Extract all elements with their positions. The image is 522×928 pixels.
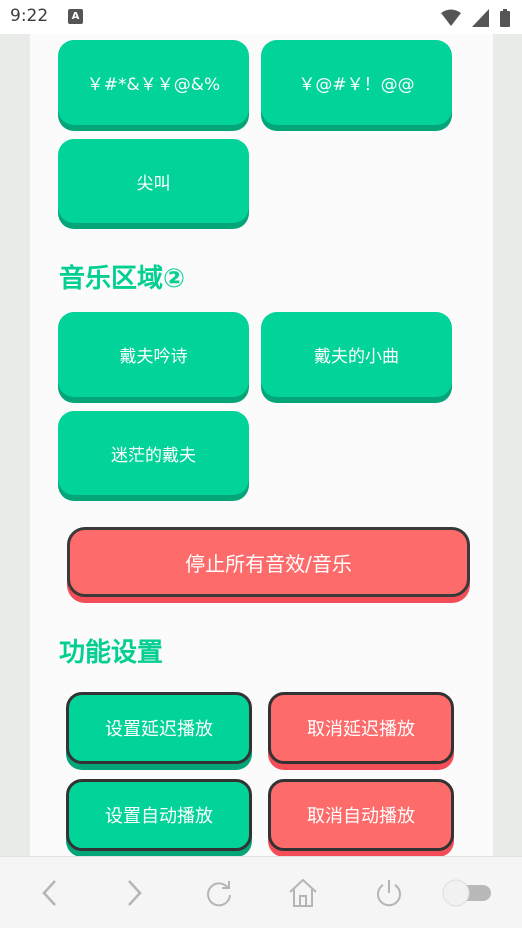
stop-all-button[interactable]: 停止所有音效/音乐 xyxy=(67,527,470,597)
status-time: 9:22 xyxy=(10,6,49,26)
set-auto-play-button[interactable]: 设置自动播放 xyxy=(66,779,252,851)
sound-button-1[interactable]: ￥#*&￥￥@&% xyxy=(58,40,249,125)
section-title-settings: 功能设置 xyxy=(59,638,164,668)
section-title-music-2: 音乐区域② xyxy=(59,264,186,294)
left-margin xyxy=(0,34,30,856)
cancel-auto-play-button[interactable]: 取消自动播放 xyxy=(268,779,454,851)
status-icons xyxy=(435,7,510,27)
status-bar: 9:22 A xyxy=(0,0,522,34)
cancel-delay-play-button[interactable]: 取消延迟播放 xyxy=(268,692,454,764)
refresh-icon[interactable] xyxy=(203,877,235,909)
toggle-switch[interactable] xyxy=(441,879,493,907)
forward-icon[interactable] xyxy=(122,877,146,909)
right-margin xyxy=(493,34,522,856)
back-icon[interactable] xyxy=(38,877,62,909)
set-delay-play-button[interactable]: 设置延迟播放 xyxy=(66,692,252,764)
home-icon[interactable] xyxy=(287,877,319,909)
music-button-dave-poem[interactable]: 戴夫吟诗 xyxy=(58,312,249,397)
sound-button-scream[interactable]: 尖叫 xyxy=(58,139,249,223)
battery-icon xyxy=(500,8,510,27)
signal-icon xyxy=(471,8,489,27)
a-icon: A xyxy=(68,9,83,24)
sound-button-2[interactable]: ￥@#￥！@@ xyxy=(261,40,452,125)
page-content[interactable]: ￥#*&￥￥@&% ￥@#￥！@@ 尖叫 音乐区域② 戴夫吟诗 戴夫的小曲 迷茫… xyxy=(30,34,493,856)
music-button-dave-tune[interactable]: 戴夫的小曲 xyxy=(261,312,452,397)
music-button-confused-dave[interactable]: 迷茫的戴夫 xyxy=(58,411,249,495)
wifi-icon xyxy=(440,9,461,26)
power-icon[interactable] xyxy=(373,877,405,909)
bottom-nav-bar xyxy=(0,856,522,928)
